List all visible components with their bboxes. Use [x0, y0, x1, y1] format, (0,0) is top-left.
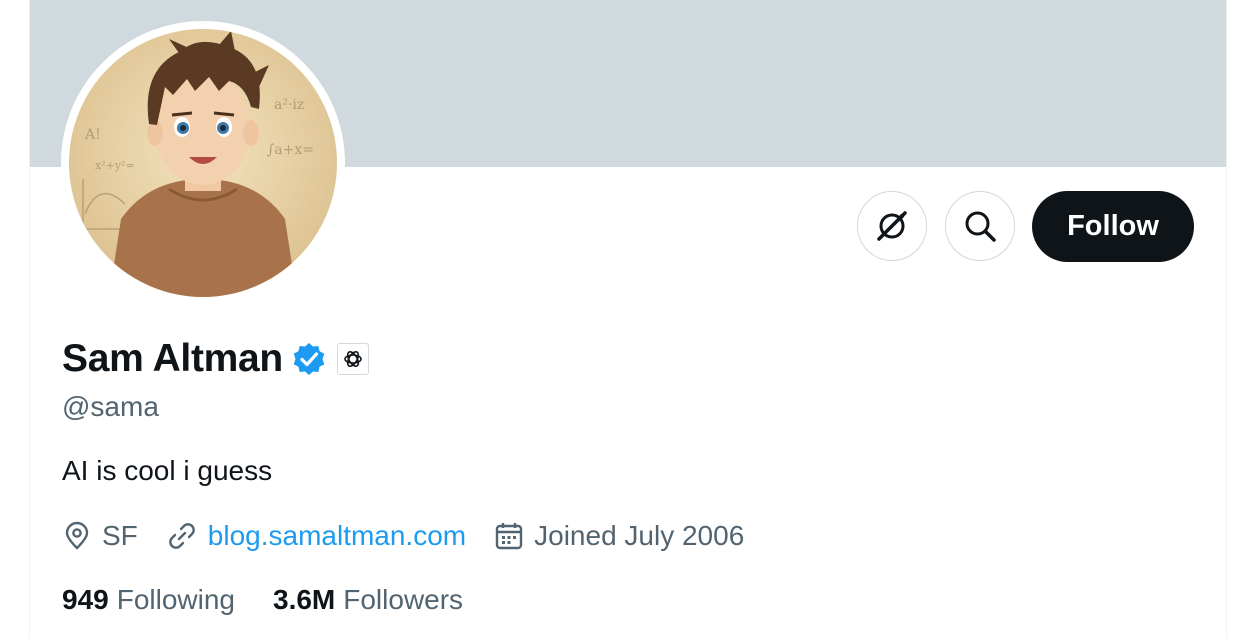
- profile-handle: @sama: [62, 391, 159, 422]
- joined-item: Joined July 2006: [494, 520, 744, 552]
- calendar-icon: [495, 523, 523, 550]
- right-column-edge: [1226, 0, 1254, 638]
- search-icon: [965, 211, 996, 242]
- following-link[interactable]: 949 Following: [62, 584, 235, 616]
- followers-count: 3.6M: [273, 584, 336, 615]
- follow-button[interactable]: Follow: [1032, 191, 1194, 262]
- following-count: 949: [62, 584, 109, 615]
- grok-icon: [877, 211, 907, 241]
- doodle-text: x²+y²=: [95, 159, 135, 172]
- followers-label: Followers: [343, 584, 464, 615]
- search-button[interactable]: [945, 191, 1015, 261]
- website-item: blog.samaltman.com: [166, 520, 466, 552]
- profile-stats: 949 Following 3.6M Followers: [62, 580, 463, 620]
- profile-name: Sam Altman: [62, 337, 283, 380]
- website-link[interactable]: blog.samaltman.com: [208, 520, 466, 552]
- doodle-text: ∫a+x=: [267, 142, 314, 158]
- avatar[interactable]: A! a²·iz ∫a+x= x²+y²=: [69, 29, 337, 297]
- followers-link[interactable]: 3.6M Followers: [273, 584, 463, 616]
- left-column-edge: [0, 0, 30, 638]
- profile-bio: AI is cool i guess: [62, 455, 273, 486]
- openai-logo-icon: [344, 350, 362, 368]
- profile-meta: SF blog.samaltman.com Joined July 2006: [62, 516, 744, 556]
- following-label: Following: [116, 584, 235, 615]
- affiliation-badge[interactable]: [336, 343, 369, 375]
- joined-text: Joined July 2006: [534, 520, 745, 551]
- location-pin-icon: [65, 521, 89, 550]
- doodle-text: a²·iz: [274, 97, 304, 113]
- doodle-text: A!: [84, 127, 101, 143]
- profile-name-row: Sam Altman: [62, 334, 369, 384]
- link-icon: [168, 523, 195, 549]
- location-text: SF: [102, 520, 138, 551]
- location-item: SF: [62, 520, 138, 552]
- grok-button[interactable]: [857, 191, 927, 261]
- verified-badge-icon[interactable]: [291, 341, 327, 377]
- avatar-ring: A! a²·iz ∫a+x= x²+y²=: [61, 21, 345, 305]
